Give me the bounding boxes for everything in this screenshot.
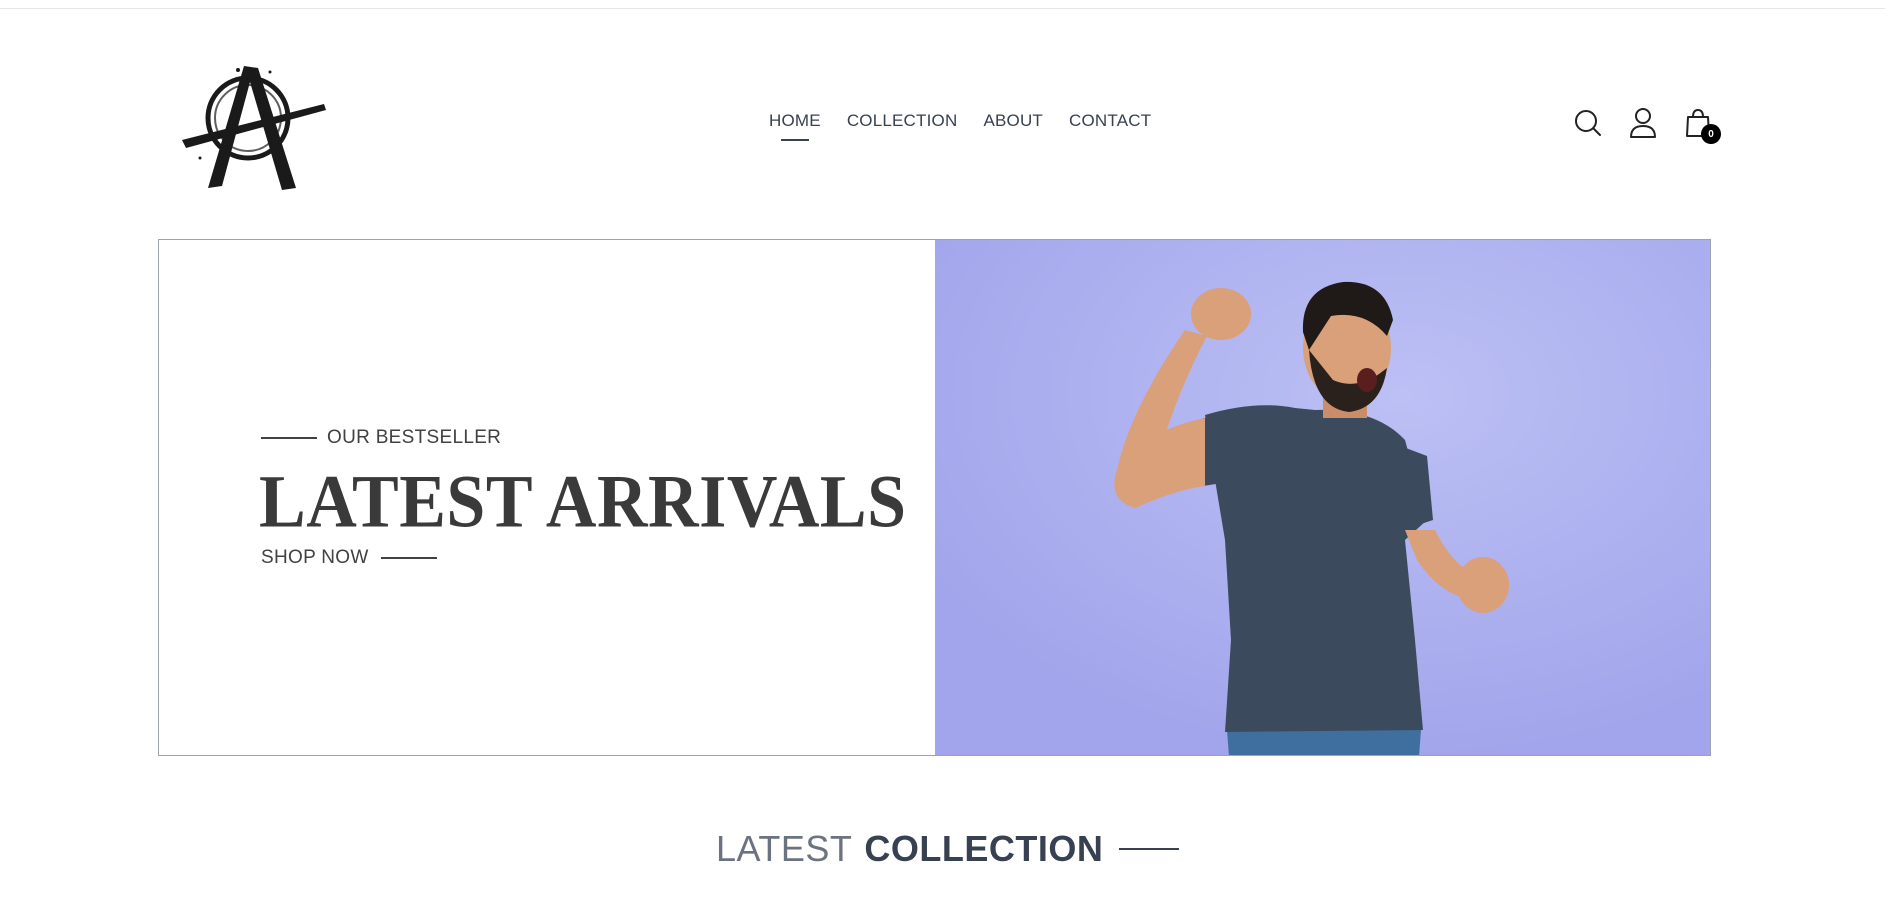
- shop-now-label: SHOP NOW: [261, 547, 369, 568]
- hero-title: LATEST ARRIVALS: [259, 460, 907, 544]
- brand-logo[interactable]: [178, 60, 326, 194]
- hero-eyebrow: OUR BESTSELLER: [261, 427, 501, 449]
- nav-home[interactable]: HOME: [769, 110, 821, 141]
- search-icon: [1574, 110, 1601, 136]
- search-button[interactable]: [1572, 106, 1603, 140]
- hero-banner: OUR BESTSELLER LATEST ARRIVALS SHOP NOW: [158, 239, 1711, 756]
- eyebrow-rule: [261, 437, 317, 439]
- top-divider: [0, 8, 1885, 9]
- heading-bold-text: COLLECTION: [864, 828, 1104, 869]
- hero-image: [935, 240, 1710, 755]
- hero-model-photo: [935, 240, 1710, 755]
- nav-home-label: HOME: [769, 111, 821, 130]
- cta-rule: [380, 557, 437, 559]
- cart-button[interactable]: 0: [1682, 106, 1721, 144]
- nav-collection[interactable]: COLLECTION: [847, 110, 958, 132]
- heading-rule: [1119, 848, 1180, 850]
- main-nav: HOME COLLECTION ABOUT CONTACT: [769, 110, 1151, 141]
- nav-about[interactable]: ABOUT: [983, 110, 1043, 132]
- cart-count-badge: 0: [1701, 124, 1721, 144]
- nav-contact-label: CONTACT: [1069, 111, 1152, 130]
- nav-contact[interactable]: CONTACT: [1069, 110, 1151, 132]
- user-icon: [1629, 108, 1656, 138]
- nav-collection-label: COLLECTION: [846, 111, 958, 130]
- hero-text-panel: OUR BESTSELLER LATEST ARRIVALS SHOP NOW: [159, 240, 935, 755]
- account-button[interactable]: [1627, 106, 1658, 140]
- header-actions: 0: [1572, 106, 1721, 144]
- heading-light-text: LATEST: [716, 828, 853, 869]
- nav-about-label: ABOUT: [983, 111, 1044, 130]
- anarchy-a-logo-icon: [182, 66, 326, 190]
- nav-active-underline: [780, 139, 809, 141]
- latest-collection-heading: LATEST COLLECTION: [716, 828, 1180, 870]
- hero-eyebrow-text: OUR BESTSELLER: [327, 427, 502, 448]
- shop-now-link[interactable]: SHOP NOW: [261, 547, 437, 569]
